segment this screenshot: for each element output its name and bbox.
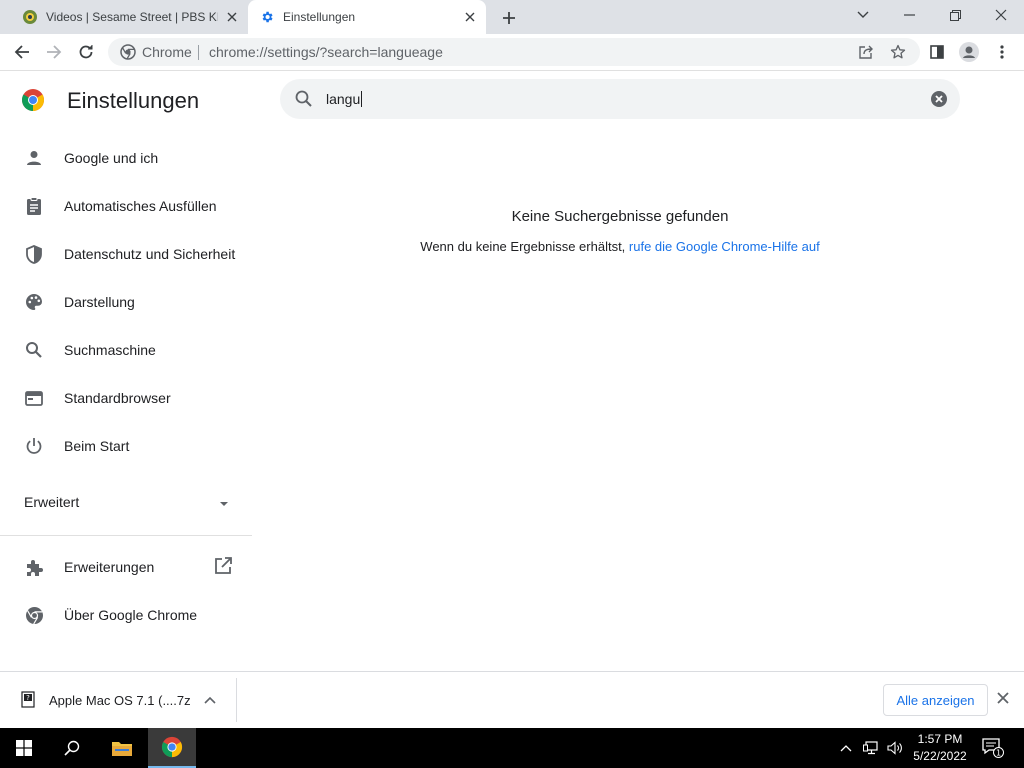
network-icon[interactable] <box>860 728 882 768</box>
reload-icon[interactable] <box>73 39 99 65</box>
search-input[interactable]: langu <box>326 91 363 107</box>
sidebar-divider <box>0 535 252 536</box>
shield-icon <box>24 244 44 264</box>
clear-search-icon[interactable] <box>930 90 948 108</box>
kebab-menu-icon[interactable] <box>989 39 1015 65</box>
forward-arrow-icon[interactable] <box>41 39 67 65</box>
url-text[interactable]: chrome://settings/?search=langueage <box>209 44 443 60</box>
sidebar-item-search-engine[interactable]: Suchmaschine <box>0 326 252 374</box>
sidebar-item-google-und-ich[interactable]: Google und ich <box>0 134 252 182</box>
person-icon <box>24 148 44 168</box>
puzzle-piece-icon <box>24 557 44 577</box>
sidebar-item-autofill[interactable]: Automatisches Ausfüllen <box>0 182 252 230</box>
settings-page: Einstellungen langu Google und ich Autom… <box>0 72 1024 672</box>
clipboard-icon <box>24 196 44 216</box>
omnibox-divider <box>198 45 199 60</box>
sidebar-item-on-startup[interactable]: Beim Start <box>0 422 252 470</box>
taskbar-clock[interactable]: 1:57 PM 5/22/2022 <box>902 731 978 765</box>
site-chip-label: Chrome <box>142 44 192 60</box>
tab-settings[interactable]: Einstellungen <box>248 0 486 34</box>
windows-taskbar: 1:57 PM 5/22/2022 1 <box>0 728 1024 768</box>
sidebar-item-label: Darstellung <box>64 294 135 310</box>
settings-header: Einstellungen <box>21 88 199 113</box>
tab-search-chevron-icon[interactable] <box>840 0 886 30</box>
gear-icon <box>259 9 275 25</box>
no-results-hint: Wenn du keine Ergebnisse erhältst, <box>420 239 626 254</box>
tray-overflow-chevron-icon[interactable] <box>836 728 856 768</box>
shelf-divider <box>236 678 237 722</box>
open-in-new-icon[interactable] <box>214 557 234 577</box>
sidebar-item-label: Beim Start <box>64 438 130 454</box>
browser-window-icon <box>24 388 44 408</box>
taskbar-search-icon[interactable] <box>48 728 96 768</box>
back-arrow-icon[interactable] <box>9 39 35 65</box>
tab-sesame-street[interactable]: Videos | Sesame Street | PBS KIDS <box>12 0 248 34</box>
taskbar-chrome-icon[interactable] <box>148 728 196 768</box>
chrome-outline-icon <box>24 605 44 625</box>
no-results-heading: Keine Suchergebnisse gefunden <box>511 208 729 225</box>
windows-start-icon[interactable] <box>0 728 48 768</box>
close-window-icon[interactable] <box>978 0 1024 30</box>
chrome-logo-icon <box>21 88 45 112</box>
browser-toolbar: Chrome chrome://settings/?search=languea… <box>0 34 1024 71</box>
download-file-name[interactable]: Apple Mac OS 7.1 (....7z <box>49 693 191 708</box>
bookmark-star-icon[interactable] <box>888 42 908 62</box>
no-results-text: Wenn du keine Ergebnisse erhältst, rufe … <box>252 239 988 254</box>
advanced-section-toggle[interactable]: Erweitert <box>24 494 236 514</box>
profile-avatar-icon[interactable] <box>956 39 982 65</box>
pbs-kids-favicon-icon <box>22 9 38 25</box>
sidebar-item-default-browser[interactable]: Standardbrowser <box>0 374 252 422</box>
palette-icon <box>24 292 44 312</box>
sidebar-item-appearance[interactable]: Darstellung <box>0 278 252 326</box>
power-icon <box>24 436 44 456</box>
new-tab-button[interactable] <box>498 7 520 29</box>
tab-title: Videos | Sesame Street | PBS KIDS <box>46 10 218 24</box>
notification-center-icon[interactable]: 1 <box>980 728 1006 768</box>
no-results-panel: Keine Suchergebnisse gefunden Wenn du ke… <box>252 208 988 254</box>
clock-time: 1:57 PM <box>917 732 963 746</box>
page-title: Einstellungen <box>67 88 200 113</box>
tab-title: Einstellungen <box>283 10 356 24</box>
show-all-downloads-button[interactable]: Alle anzeigen <box>883 684 988 716</box>
sidebar-item-label: Erweiterungen <box>64 559 155 575</box>
search-query-text: langu <box>326 91 361 107</box>
chevron-up-icon[interactable] <box>203 692 221 710</box>
text-caret <box>361 91 363 107</box>
sidebar-item-label: Google und ich <box>64 150 159 166</box>
tab-strip: Videos | Sesame Street | PBS KIDS Einste… <box>0 0 1024 34</box>
sidebar-item-about-chrome[interactable]: Über Google Chrome <box>0 591 252 639</box>
share-icon[interactable] <box>856 42 876 62</box>
svg-text:?: ? <box>26 694 30 702</box>
download-shelf: ? Apple Mac OS 7.1 (....7z Alle anzeigen <box>0 671 1024 728</box>
download-file-icon: ? <box>20 691 38 709</box>
chrome-site-icon <box>120 44 136 60</box>
close-shelf-icon[interactable] <box>997 691 1015 709</box>
sidebar-item-label: Standardbrowser <box>64 390 171 406</box>
sidebar-item-privacy[interactable]: Datenschutz und Sicherheit <box>0 230 252 278</box>
side-panel-icon[interactable] <box>924 39 950 65</box>
chrome-help-link[interactable]: rufe die Google Chrome-Hilfe auf <box>629 239 820 254</box>
search-icon <box>24 340 44 360</box>
clock-date: 5/22/2022 <box>913 749 967 763</box>
notification-count: 1 <box>996 748 1001 757</box>
file-explorer-icon[interactable] <box>98 728 146 768</box>
dropdown-triangle-icon <box>216 496 232 512</box>
close-tab-icon[interactable] <box>224 9 240 25</box>
sidebar-item-label: Suchmaschine <box>64 342 156 358</box>
minimize-icon[interactable] <box>886 0 932 30</box>
restore-icon[interactable] <box>932 0 978 30</box>
settings-search-field[interactable]: langu <box>280 79 960 119</box>
close-tab-icon[interactable] <box>462 9 478 25</box>
sidebar-item-label: Über Google Chrome <box>64 607 198 623</box>
sidebar-item-label: Automatisches Ausfüllen <box>64 198 217 214</box>
search-icon <box>294 89 314 109</box>
address-bar[interactable]: Chrome chrome://settings/?search=languea… <box>108 38 920 66</box>
advanced-label: Erweitert <box>24 494 80 510</box>
sidebar-item-label: Datenschutz und Sicherheit <box>64 246 236 262</box>
